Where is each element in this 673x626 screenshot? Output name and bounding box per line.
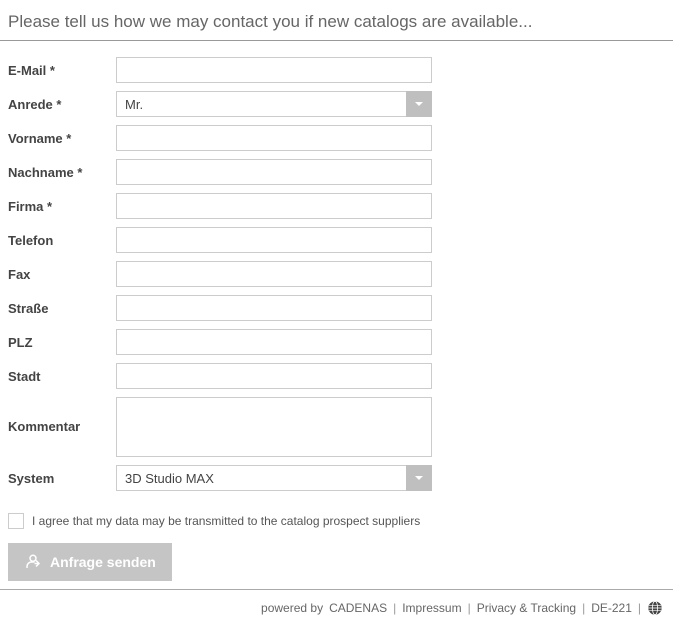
send-icon: [24, 553, 42, 571]
firma-input[interactable]: [116, 193, 432, 219]
anrede-select-value[interactable]: Mr.: [116, 91, 406, 117]
email-input[interactable]: [116, 57, 432, 83]
system-select-value[interactable]: 3D Studio MAX: [116, 465, 406, 491]
footer-sep: |: [638, 601, 641, 615]
form-heading: Please tell us how we may contact you if…: [0, 0, 673, 41]
consent-checkbox[interactable]: [8, 513, 24, 529]
fax-input[interactable]: [116, 261, 432, 287]
telefon-label: Telefon: [8, 227, 116, 248]
stadt-input[interactable]: [116, 363, 432, 389]
system-select[interactable]: 3D Studio MAX: [116, 465, 432, 491]
email-label: E-Mail *: [8, 57, 116, 78]
firma-label: Firma *: [8, 193, 116, 214]
anrede-label: Anrede *: [8, 91, 116, 112]
submit-button[interactable]: Anfrage senden: [8, 543, 172, 581]
kommentar-textarea[interactable]: [116, 397, 432, 457]
globe-icon[interactable]: [647, 600, 663, 616]
system-label: System: [8, 465, 116, 486]
fax-label: Fax: [8, 261, 116, 282]
form-container: E-Mail * Anrede * Mr. Vorname * Nachname…: [0, 41, 673, 589]
footer-powered: powered by: [261, 601, 323, 615]
plz-label: PLZ: [8, 329, 116, 350]
consent-label: I agree that my data may be transmitted …: [32, 514, 420, 528]
submit-button-label: Anfrage senden: [50, 554, 156, 570]
strasse-label: Straße: [8, 295, 116, 316]
footer-locale-link[interactable]: DE-221: [591, 601, 632, 615]
nachname-label: Nachname *: [8, 159, 116, 180]
footer-sep: |: [582, 601, 585, 615]
strasse-input[interactable]: [116, 295, 432, 321]
chevron-down-icon: [415, 474, 423, 482]
footer-cadenas-link[interactable]: CADENAS: [329, 601, 387, 615]
anrede-select[interactable]: Mr.: [116, 91, 432, 117]
chevron-down-icon: [415, 100, 423, 108]
footer-sep: |: [468, 601, 471, 615]
kommentar-label: Kommentar: [8, 397, 116, 434]
system-select-button[interactable]: [406, 465, 432, 491]
vorname-input[interactable]: [116, 125, 432, 151]
footer-sep: |: [393, 601, 396, 615]
anrede-select-button[interactable]: [406, 91, 432, 117]
footer-privacy-link[interactable]: Privacy & Tracking: [477, 601, 576, 615]
vorname-label: Vorname *: [8, 125, 116, 146]
telefon-input[interactable]: [116, 227, 432, 253]
footer: powered by CADENAS | Impressum | Privacy…: [0, 589, 673, 626]
footer-impressum-link[interactable]: Impressum: [402, 601, 461, 615]
plz-input[interactable]: [116, 329, 432, 355]
stadt-label: Stadt: [8, 363, 116, 384]
nachname-input[interactable]: [116, 159, 432, 185]
